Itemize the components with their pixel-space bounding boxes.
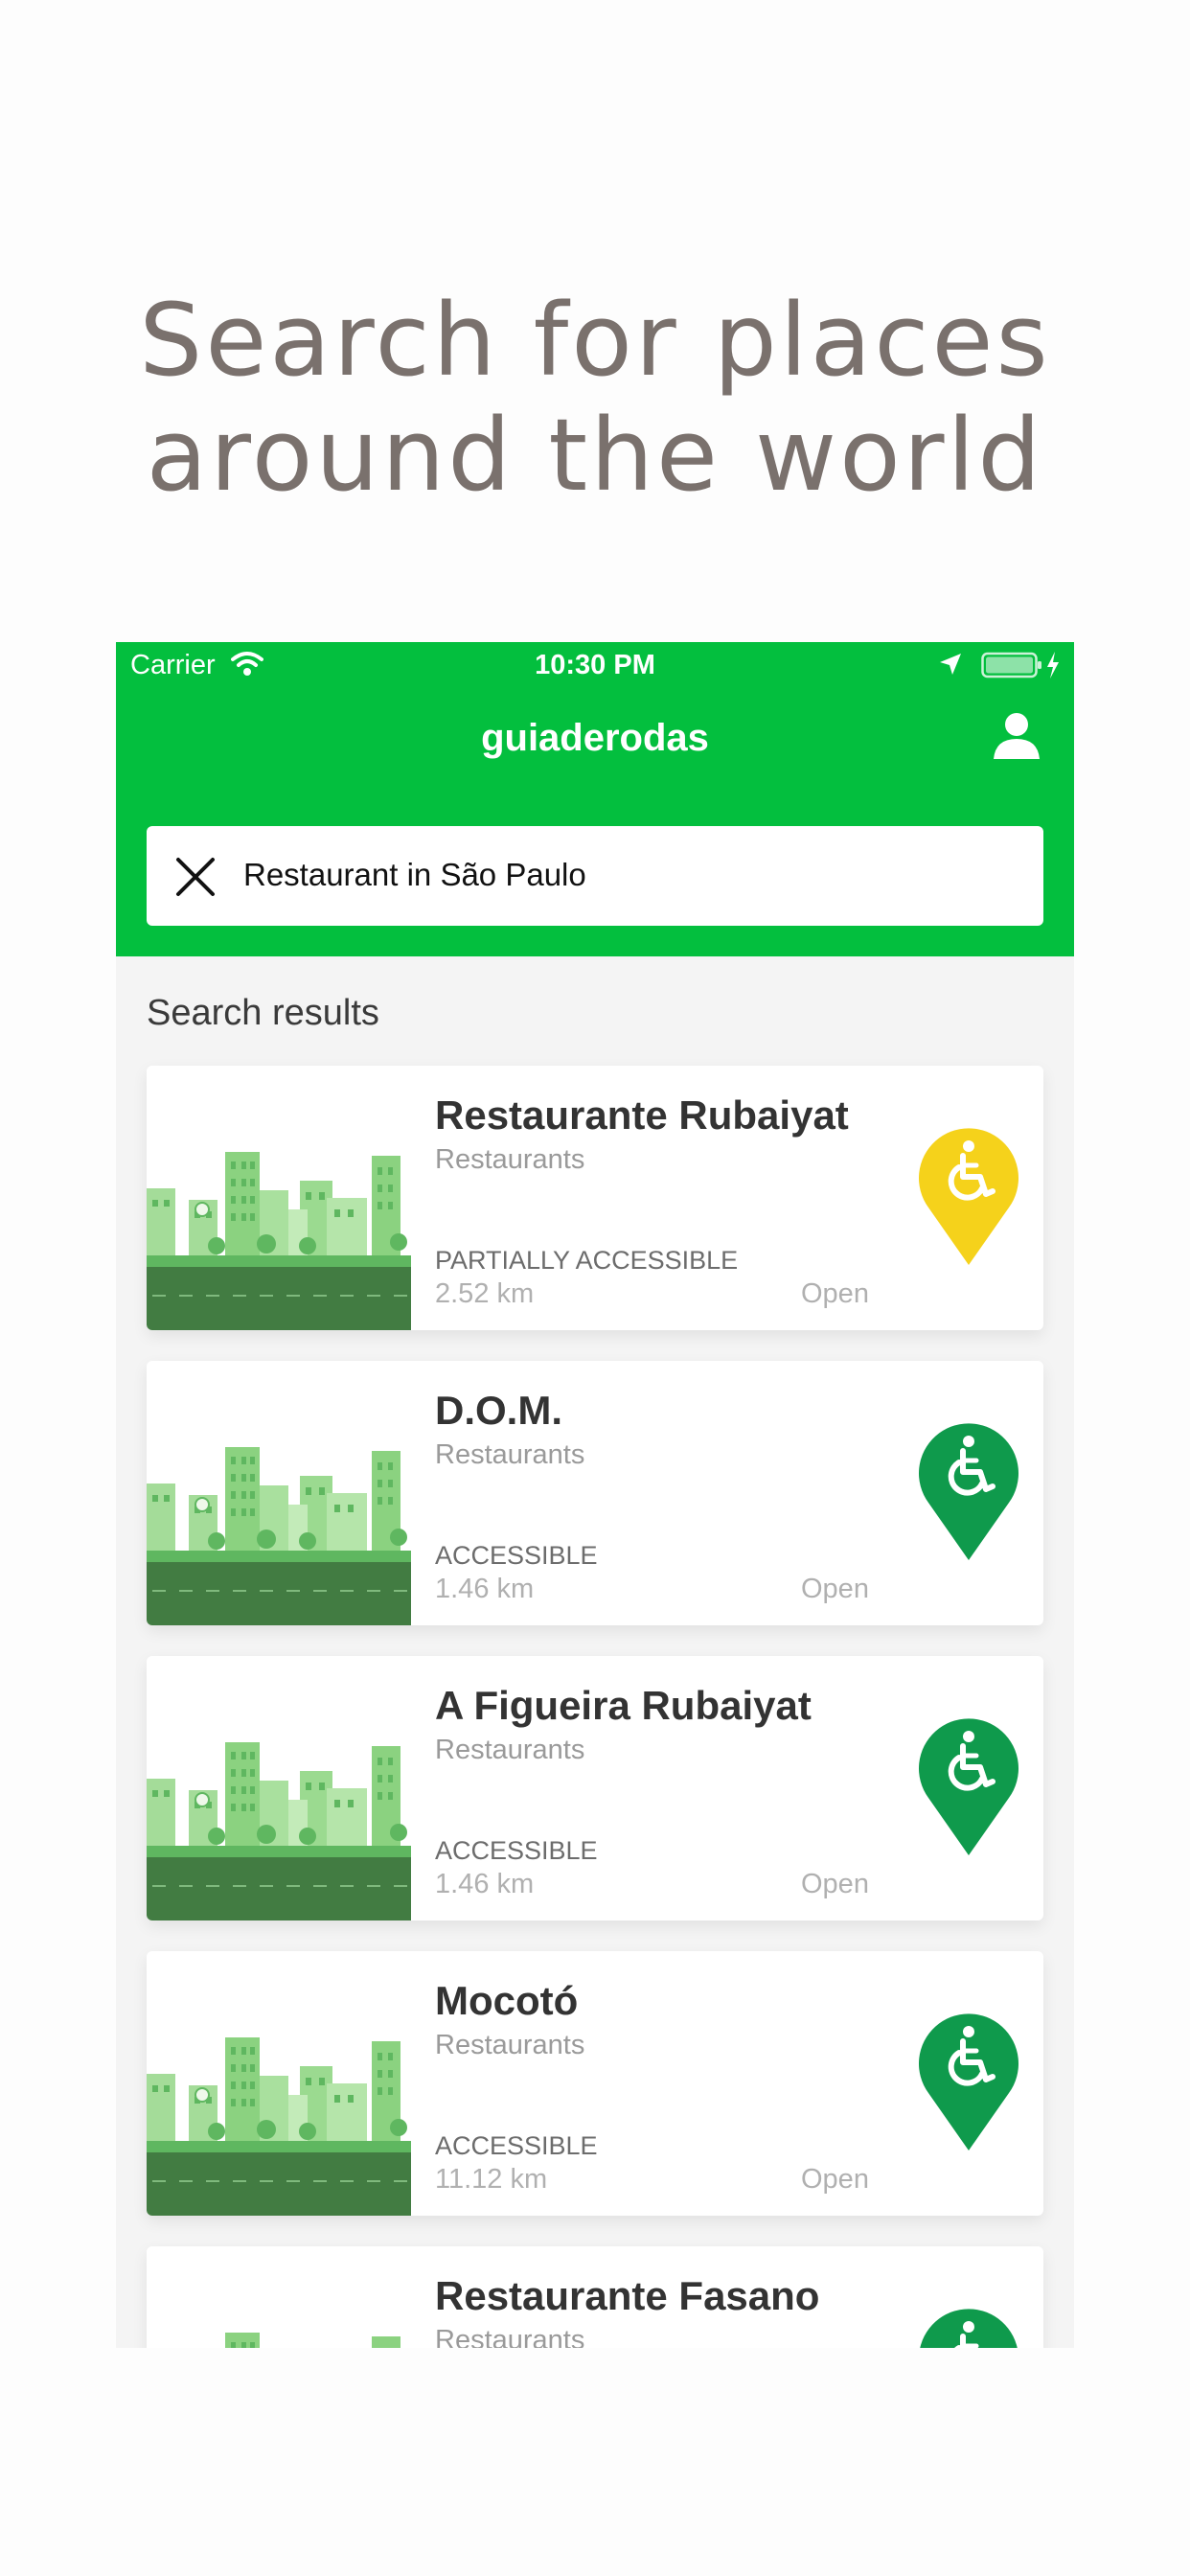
accessibility-status: ACCESSIBLE	[435, 2131, 598, 2160]
app-bar: Carrier 10:30 PM guiaderodas Restaurant …	[116, 642, 1074, 956]
place-name: Restaurante Rubaiyat	[435, 1092, 849, 1138]
search-input[interactable]: Restaurant in São Paulo	[243, 857, 586, 893]
app-title: guiaderodas	[481, 717, 709, 759]
place-category: Restaurants	[435, 2325, 585, 2348]
place-category: Restaurants	[435, 1735, 585, 1765]
city-thumbnail	[147, 1656, 411, 1920]
open-status: Open	[801, 1869, 869, 1899]
result-card[interactable]: A Figueira Rubaiyat Restaurants ACCESSIB…	[147, 1656, 1043, 1920]
wheelchair-pin-icon	[913, 2011, 1024, 2159]
place-name: A Figueira Rubaiyat	[435, 1683, 812, 1728]
place-distance: 11.12 km	[435, 2164, 548, 2195]
result-card[interactable]: Restaurante Rubaiyat Restaurants PARTIAL…	[147, 1066, 1043, 1330]
accessibility-status: PARTIALLY ACCESSIBLE	[435, 1246, 739, 1275]
results-title: Search results	[147, 993, 379, 1033]
accessibility-status: ACCESSIBLE	[435, 1836, 598, 1865]
wheelchair-pin-icon	[913, 2306, 1024, 2348]
status-bar: Carrier 10:30 PM	[116, 642, 1074, 692]
headline: Search for places around the world	[0, 283, 1190, 513]
close-icon[interactable]	[173, 855, 217, 904]
city-thumbnail	[147, 1951, 411, 2216]
battery-icon	[981, 652, 1042, 683]
accessibility-status: ACCESSIBLE	[435, 1541, 598, 1570]
phone-screen: Carrier 10:30 PM guiaderodas Restaurant …	[116, 642, 1074, 2348]
status-time: 10:30 PM	[535, 650, 655, 680]
charging-bolt-icon	[1045, 651, 1061, 684]
place-name: Restaurante Fasano	[435, 2273, 820, 2318]
place-distance: 1.46 km	[435, 1869, 535, 1899]
place-name: Mocotó	[435, 1978, 579, 2023]
result-card[interactable]: Restaurante Fasano Restaurants	[147, 2246, 1043, 2348]
place-category: Restaurants	[435, 1439, 585, 1470]
open-status: Open	[801, 2164, 869, 2195]
result-card[interactable]: Mocotó Restaurants ACCESSIBLE 11.12 km O…	[147, 1951, 1043, 2216]
search-field[interactable]: Restaurant in São Paulo	[147, 826, 1043, 926]
place-name: D.O.M.	[435, 1388, 562, 1433]
open-status: Open	[801, 1574, 869, 1604]
city-thumbnail	[147, 1066, 411, 1330]
headline-line-2: around the world	[146, 397, 1044, 514]
place-category: Restaurants	[435, 2030, 585, 2060]
location-arrow-icon	[938, 652, 963, 681]
place-distance: 2.52 km	[435, 1278, 535, 1309]
city-thumbnail	[147, 2246, 411, 2348]
wheelchair-pin-icon	[913, 1420, 1024, 1569]
city-thumbnail	[147, 1361, 411, 1625]
result-card[interactable]: D.O.M. Restaurants ACCESSIBLE 1.46 km Op…	[147, 1361, 1043, 1625]
open-status: Open	[801, 1278, 869, 1309]
place-distance: 1.46 km	[435, 1574, 535, 1604]
person-icon[interactable]	[991, 711, 1042, 766]
wheelchair-pin-icon	[913, 1125, 1024, 1274]
place-category: Restaurants	[435, 1144, 585, 1175]
headline-line-1: Search for places	[139, 282, 1051, 399]
wheelchair-pin-icon	[913, 1715, 1024, 1864]
